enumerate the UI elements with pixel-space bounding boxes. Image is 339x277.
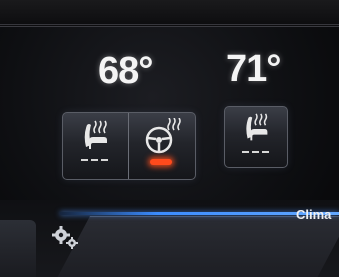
driver-comfort-buttons xyxy=(62,112,196,180)
heated-seat-driver-button[interactable] xyxy=(63,113,128,179)
top-divider xyxy=(0,24,339,25)
passenger-temperature[interactable]: 71° xyxy=(226,48,281,91)
heated-steering-wheel-icon xyxy=(145,118,181,154)
heated-steering-wheel-button[interactable] xyxy=(129,113,194,179)
heat-level-indicator xyxy=(242,151,272,154)
home-tab[interactable] xyxy=(0,220,36,277)
active-indicator-light xyxy=(150,159,172,165)
tab-climate[interactable] xyxy=(52,216,339,277)
tab-climate-label[interactable]: Clima xyxy=(296,207,331,222)
heated-seat-icon xyxy=(246,113,268,141)
driver-temperature[interactable]: 68° xyxy=(98,50,153,93)
heated-seat-icon xyxy=(84,120,107,149)
heated-seat-passenger-button[interactable] xyxy=(224,106,288,168)
settings-button[interactable] xyxy=(50,222,80,252)
gear-icon xyxy=(52,226,78,249)
heat-level-indicator xyxy=(81,159,111,162)
climate-screen: 68° 71° Clima xyxy=(0,0,339,277)
top-bezel xyxy=(0,0,339,27)
